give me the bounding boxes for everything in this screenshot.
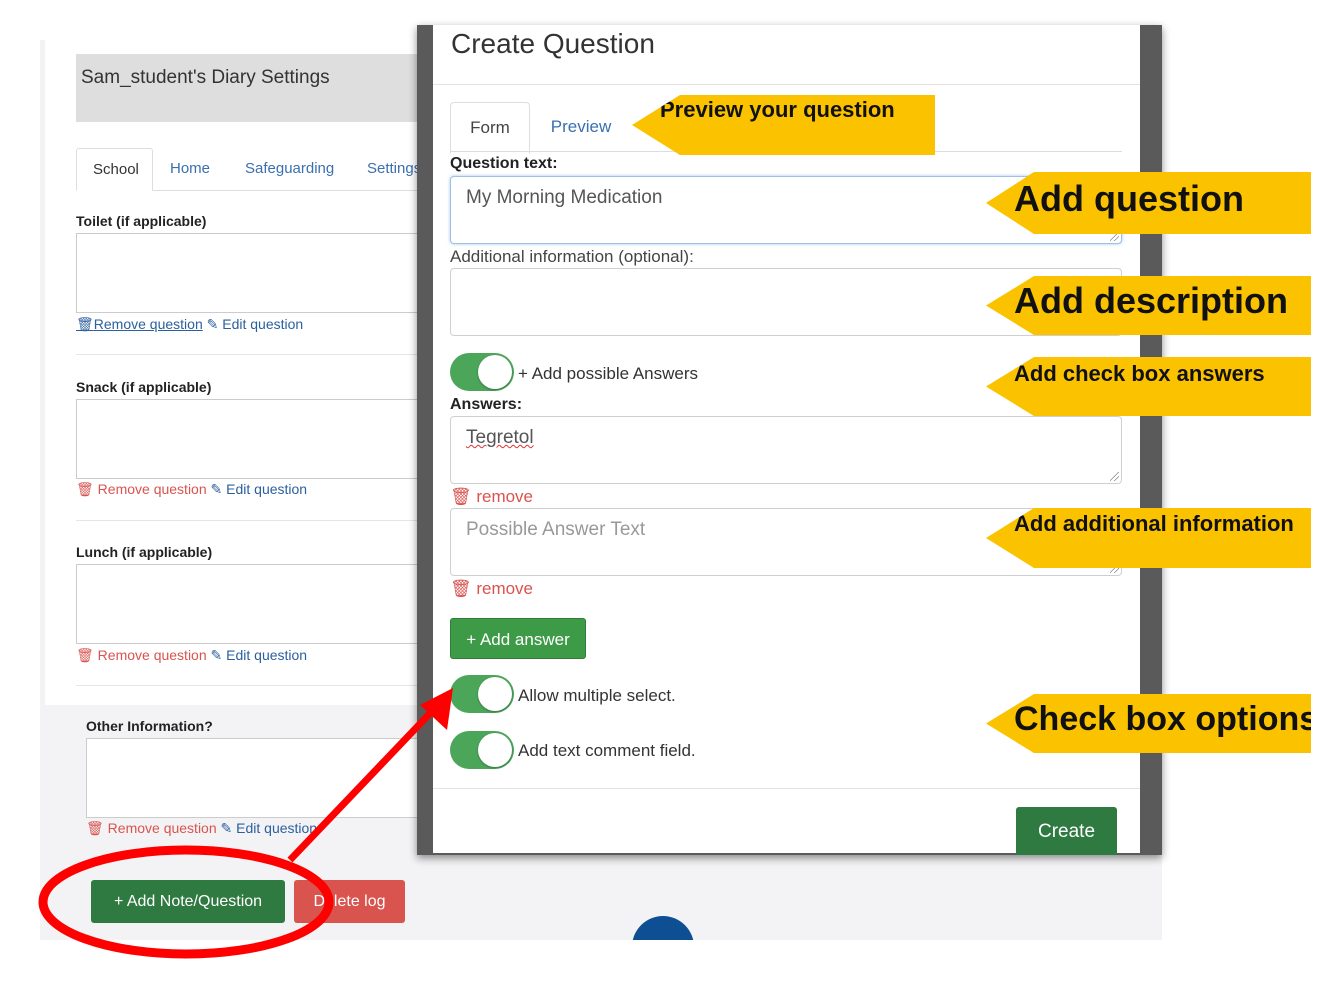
- bg-question-actions: 🗑 Remove question ✎ Edit question: [76, 647, 307, 664]
- trash-icon: 🗑: [76, 316, 94, 332]
- divider: [76, 520, 421, 521]
- bg-tab-bar: School Home Safeguarding Settings: [76, 148, 436, 191]
- remove-answer-link[interactable]: 🗑 remove: [450, 487, 533, 507]
- add-answer-button[interactable]: + Add answer: [450, 618, 586, 659]
- additional-info-label: Additional information (optional):: [450, 247, 694, 266]
- bg-question-actions: 🗑Remove question ✎ Edit question: [76, 316, 303, 333]
- callout-add-checkbox-answers: Add check box answers: [986, 357, 1311, 416]
- answer-input[interactable]: Tegretol: [450, 416, 1122, 484]
- trash-icon: 🗑: [86, 820, 104, 836]
- resize-grip-icon[interactable]: [1110, 472, 1119, 481]
- remove-question-link[interactable]: 🗑 Remove question: [76, 481, 207, 497]
- remove-answer-link[interactable]: 🗑 remove: [450, 579, 533, 599]
- divider: [76, 354, 421, 355]
- callout-add-additional-info: Add additional information: [986, 508, 1311, 568]
- modal-footer-divider: [433, 788, 1140, 789]
- bg-question-actions: 🗑 Remove question ✎ Edit question: [76, 481, 307, 498]
- tab-preview[interactable]: Preview: [538, 102, 624, 152]
- bg-question-input[interactable]: [76, 564, 423, 644]
- bg-question-label: Lunch (if applicable): [76, 544, 213, 560]
- create-button[interactable]: Create: [1016, 807, 1117, 855]
- trash-icon: 🗑: [76, 647, 94, 663]
- bg-tab-school[interactable]: School: [76, 148, 153, 191]
- trash-icon: 🗑: [450, 487, 472, 506]
- modal-title: Create Question: [451, 28, 655, 59]
- divider: [76, 685, 421, 686]
- callout-preview: Preview your question: [632, 95, 935, 155]
- pencil-icon: ✎: [210, 647, 223, 663]
- trash-icon: 🗑: [450, 579, 472, 598]
- trash-icon: 🗑: [76, 481, 94, 497]
- edit-question-link[interactable]: ✎ Edit question: [207, 316, 304, 332]
- pencil-icon: ✎: [206, 316, 219, 332]
- remove-question-link[interactable]: 🗑 Remove question: [76, 647, 207, 663]
- floating-action-button[interactable]: [632, 916, 694, 940]
- page-title: Sam_student's Diary Settings: [81, 67, 330, 88]
- bg-tab-safeguarding[interactable]: Safeguarding: [229, 148, 350, 189]
- callout-text: Add additional information: [1014, 511, 1294, 536]
- text-comment-toggle[interactable]: [450, 731, 514, 769]
- pencil-icon: ✎: [220, 820, 233, 836]
- toggle-knob: [478, 733, 512, 767]
- allow-multiple-toggle[interactable]: [450, 675, 514, 713]
- edit-question-link[interactable]: ✎ Edit question: [221, 820, 318, 836]
- edit-question-link[interactable]: ✎ Edit question: [211, 481, 308, 497]
- callout-text: Preview your question: [660, 97, 895, 122]
- answers-label: Answers:: [450, 396, 523, 413]
- add-answers-toggle-label: + Add possible Answers: [518, 364, 699, 383]
- bg-question-input[interactable]: [76, 233, 423, 313]
- callout-text: Add check box answers: [1014, 361, 1265, 386]
- bg-question-input[interactable]: [76, 399, 423, 479]
- tab-form[interactable]: Form: [450, 102, 530, 154]
- allow-multiple-label: Allow multiple select.: [518, 686, 676, 705]
- answer-placeholder: Possible Answer Text: [466, 519, 646, 540]
- delete-log-button[interactable]: Delete log: [294, 880, 405, 923]
- modal-header-divider: [433, 84, 1140, 85]
- edit-question-link[interactable]: ✎ Edit question: [211, 647, 308, 663]
- answer-value: Tegretol: [466, 427, 534, 448]
- callout-text: Add description: [1014, 280, 1289, 321]
- bg-question-label: Other Information?: [86, 718, 213, 734]
- pencil-icon: ✎: [210, 481, 223, 497]
- callout-add-question: Add question: [986, 172, 1311, 234]
- toggle-knob: [478, 677, 512, 711]
- callout-text: Add question: [1014, 178, 1244, 219]
- callout-checkbox-options: Check box options: [986, 694, 1311, 753]
- bg-question-input[interactable]: [86, 738, 423, 818]
- text-comment-label: Add text comment field.: [518, 741, 696, 760]
- remove-question-link[interactable]: 🗑Remove question: [76, 316, 203, 332]
- bg-question-actions: 🗑 Remove question ✎ Edit question: [86, 820, 317, 837]
- callout-text: Check box options: [1014, 700, 1319, 738]
- bg-question-label: Snack (if applicable): [76, 379, 212, 395]
- bg-tab-home[interactable]: Home: [154, 148, 226, 189]
- remove-question-link[interactable]: 🗑 Remove question: [86, 820, 217, 836]
- add-answers-toggle[interactable]: [450, 353, 514, 391]
- question-text-label: Question text:: [450, 155, 558, 172]
- bg-question-label: Toilet (if applicable): [76, 213, 207, 229]
- add-note-question-button[interactable]: + Add Note/Question: [91, 880, 285, 923]
- callout-add-description: Add description: [986, 276, 1311, 335]
- toggle-knob: [478, 355, 512, 389]
- question-text-value: My Morning Medication: [466, 187, 663, 208]
